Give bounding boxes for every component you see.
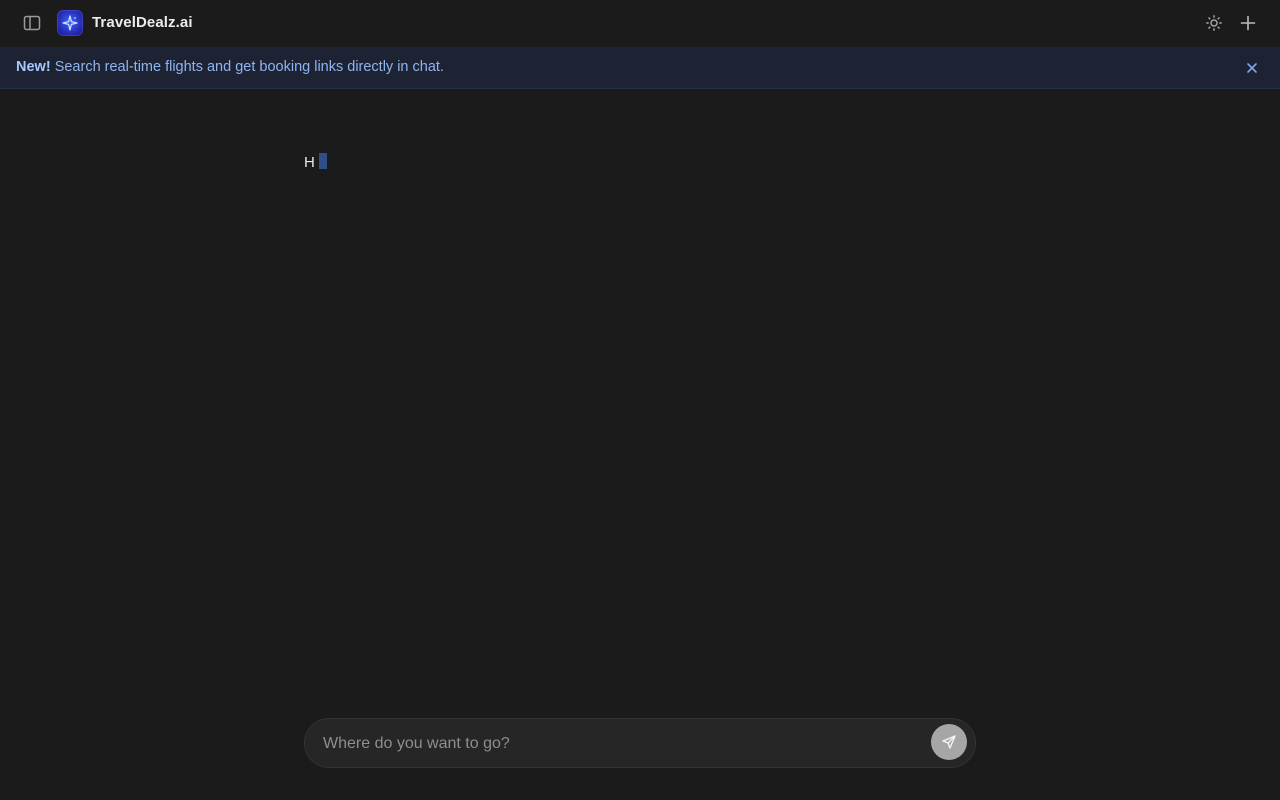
app-title: TravelDealz.ai [92, 14, 193, 31]
banner-message: Search real-time flights and get booking… [54, 59, 444, 75]
announcement-banner: New! Search real-time flights and get bo… [0, 47, 1280, 89]
message-text: H [304, 154, 315, 171]
sidebar-icon [23, 15, 41, 31]
typing-cursor [318, 152, 327, 169]
send-button[interactable] [931, 724, 967, 760]
chat-message: H [304, 152, 327, 171]
send-icon [942, 735, 956, 749]
banner-text: New! Search real-time flights and get bo… [16, 59, 444, 75]
sparkle-logo-icon [62, 15, 78, 31]
destination-input[interactable] [321, 729, 921, 759]
chat-composer [304, 718, 976, 768]
banner-close-button[interactable] [1240, 56, 1264, 80]
plus-icon [1240, 15, 1256, 31]
new-chat-button[interactable] [1234, 9, 1262, 37]
top-bar: TravelDealz.ai [0, 0, 1280, 46]
sun-icon [1206, 15, 1222, 31]
sidebar-toggle-button[interactable] [18, 9, 46, 37]
app-logo [57, 10, 83, 36]
theme-toggle-button[interactable] [1200, 9, 1228, 37]
close-icon [1247, 63, 1257, 73]
banner-highlight: New! [16, 59, 51, 75]
